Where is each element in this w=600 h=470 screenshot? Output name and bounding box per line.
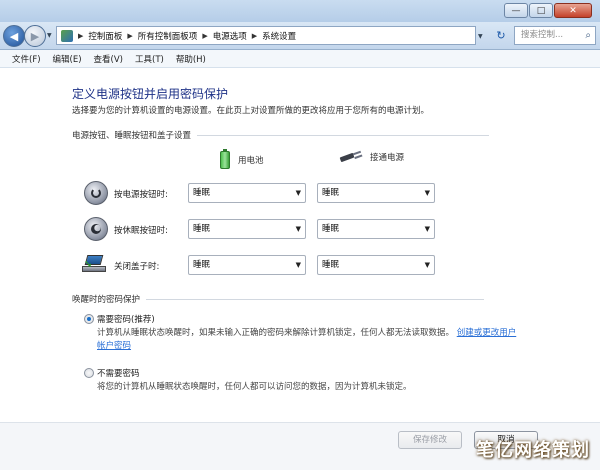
minimize-button[interactable]: —	[504, 3, 528, 18]
power-section-heading-text: 电源按钮、睡眠按钮和盖子设置	[72, 131, 192, 141]
control-panel-icon	[61, 29, 73, 42]
page-title: 定义电源按钮并启用密码保护	[72, 87, 229, 101]
forward-arrow-icon[interactable]: ▶	[24, 25, 46, 47]
sleep-button-battery-select[interactable]: 睡眠 ▼	[188, 219, 306, 239]
close-button[interactable]: ✕	[554, 3, 592, 18]
chevron-down-icon: ▼	[295, 189, 301, 197]
on-battery-label: 用电池	[238, 156, 264, 166]
select-value: 睡眠	[322, 260, 340, 270]
breadcrumb-all-items[interactable]: 所有控制面板项	[138, 30, 198, 42]
menu-bar: 文件(F) 编辑(E) 查看(V) 工具(T) 帮助(H)	[0, 50, 600, 68]
breadcrumb-power-options[interactable]: 电源选项	[213, 30, 247, 42]
page-description: 选择要为您的计算机设置的电源设置。在此页上对设置所做的更改将应用于您所有的电源计…	[72, 106, 430, 116]
menu-help[interactable]: 帮助(H)	[171, 50, 213, 67]
power-button-icon	[84, 181, 108, 205]
require-password-label[interactable]: 需要密码(推荐)	[97, 313, 155, 325]
lid-close-battery-select[interactable]: 睡眠 ▼	[188, 255, 306, 275]
no-password-description: 将您的计算机从睡眠状态唤醒时，任何人都可以访问您的数据，因为计算机未锁定。	[97, 382, 412, 392]
power-button-ac-select[interactable]: 睡眠 ▼	[317, 183, 435, 203]
chevron-down-icon: ▼	[424, 225, 430, 233]
search-icon[interactable]: ⌕	[585, 27, 591, 44]
power-button-label: 按电源按钮时:	[114, 190, 168, 200]
window-titlebar: — □ ✕	[0, 0, 600, 22]
power-button-row: 按电源按钮时: 睡眠 ▼ 睡眠 ▼	[84, 181, 444, 207]
select-value: 睡眠	[193, 188, 211, 198]
chevron-down-icon: ▼	[424, 189, 430, 197]
require-password-desc-text: 计算机从睡眠状态唤醒时，如果未输入正确的密码来解除计算机锁定，任何人都无法读取数…	[97, 328, 455, 338]
breadcrumb-separator-icon[interactable]: ▶	[202, 32, 207, 40]
lid-close-row: ➘ 关闭盖子时: 睡眠 ▼ 睡眠 ▼	[82, 253, 444, 279]
power-button-battery-select[interactable]: 睡眠 ▼	[188, 183, 306, 203]
no-password-radio[interactable]	[84, 368, 94, 378]
refresh-icon[interactable]: ↻	[492, 28, 510, 44]
content-pane: 定义电源按钮并启用密码保护 选择要为您的计算机设置的电源设置。在此页上对设置所做…	[0, 69, 600, 470]
breadcrumb-control-panel[interactable]: 控制面板	[88, 30, 122, 42]
select-value: 睡眠	[322, 224, 340, 234]
plugged-in-header: 接通电源	[340, 151, 404, 163]
chevron-down-icon: ▼	[424, 261, 430, 269]
search-input[interactable]: 搜索控制... ⌕	[514, 26, 596, 45]
save-changes-button[interactable]: 保存修改	[398, 431, 462, 449]
breadcrumb-separator-icon[interactable]: ▶	[252, 32, 257, 40]
menu-edit[interactable]: 编辑(E)	[48, 50, 89, 67]
no-password-label[interactable]: 不需要密码	[97, 367, 140, 379]
back-arrow-icon[interactable]: ◀	[3, 25, 25, 47]
password-section-heading: 唤醒时的密码保护	[72, 293, 485, 305]
breadcrumb-system-settings[interactable]: 系统设置	[262, 30, 296, 42]
lid-close-label: 关闭盖子时:	[114, 262, 160, 272]
require-password-description: 计算机从睡眠状态唤醒时，如果未输入正确的密码来解除计算机锁定，任何人都无法读取数…	[97, 327, 517, 353]
maximize-button[interactable]: □	[529, 3, 553, 18]
address-box[interactable]: ▶ 控制面板 ▶ 所有控制面板项 ▶ 电源选项 ▶ 系统设置	[56, 26, 476, 45]
require-password-radio[interactable]	[84, 314, 94, 324]
address-dropdown-icon[interactable]: ▼	[478, 33, 483, 40]
menu-view[interactable]: 查看(V)	[89, 50, 130, 67]
select-value: 睡眠	[193, 260, 211, 270]
sleep-button-ac-select[interactable]: 睡眠 ▼	[317, 219, 435, 239]
select-value: 睡眠	[193, 224, 211, 234]
section-divider	[197, 134, 490, 136]
search-placeholder: 搜索控制...	[521, 30, 564, 40]
sleep-button-icon	[84, 217, 108, 241]
power-plug-icon	[340, 152, 362, 162]
chevron-down-icon: ▼	[295, 261, 301, 269]
sleep-button-label: 按休眠按钮时:	[114, 226, 168, 236]
laptop-lid-icon: ➘	[82, 255, 108, 275]
history-dropdown-icon[interactable]: ▼	[47, 32, 52, 39]
sleep-button-row: 按休眠按钮时: 睡眠 ▼ 睡眠 ▼	[84, 217, 444, 243]
plugged-in-label: 接通电源	[370, 153, 405, 163]
breadcrumb-separator-icon[interactable]: ▶	[78, 32, 83, 40]
menu-file[interactable]: 文件(F)	[7, 50, 48, 67]
lid-close-ac-select[interactable]: 睡眠 ▼	[317, 255, 435, 275]
address-toolbar: ◀ ▶ ▼ ▶ 控制面板 ▶ 所有控制面板项 ▶ 电源选项 ▶ 系统设置 ▼ ↻…	[0, 22, 600, 50]
battery-icon	[220, 149, 230, 169]
select-value: 睡眠	[322, 188, 340, 198]
menu-tools[interactable]: 工具(T)	[130, 50, 171, 67]
section-divider	[146, 298, 485, 300]
breadcrumb-separator-icon[interactable]: ▶	[127, 32, 132, 40]
on-battery-header: 用电池	[220, 149, 264, 169]
password-section-heading-text: 唤醒时的密码保护	[72, 295, 141, 305]
chevron-down-icon: ▼	[295, 225, 301, 233]
window-controls: — □ ✕	[504, 3, 592, 18]
watermark-logo: 笔亿网络策划	[476, 440, 590, 461]
power-section-heading: 电源按钮、睡眠按钮和盖子设置	[72, 129, 490, 141]
